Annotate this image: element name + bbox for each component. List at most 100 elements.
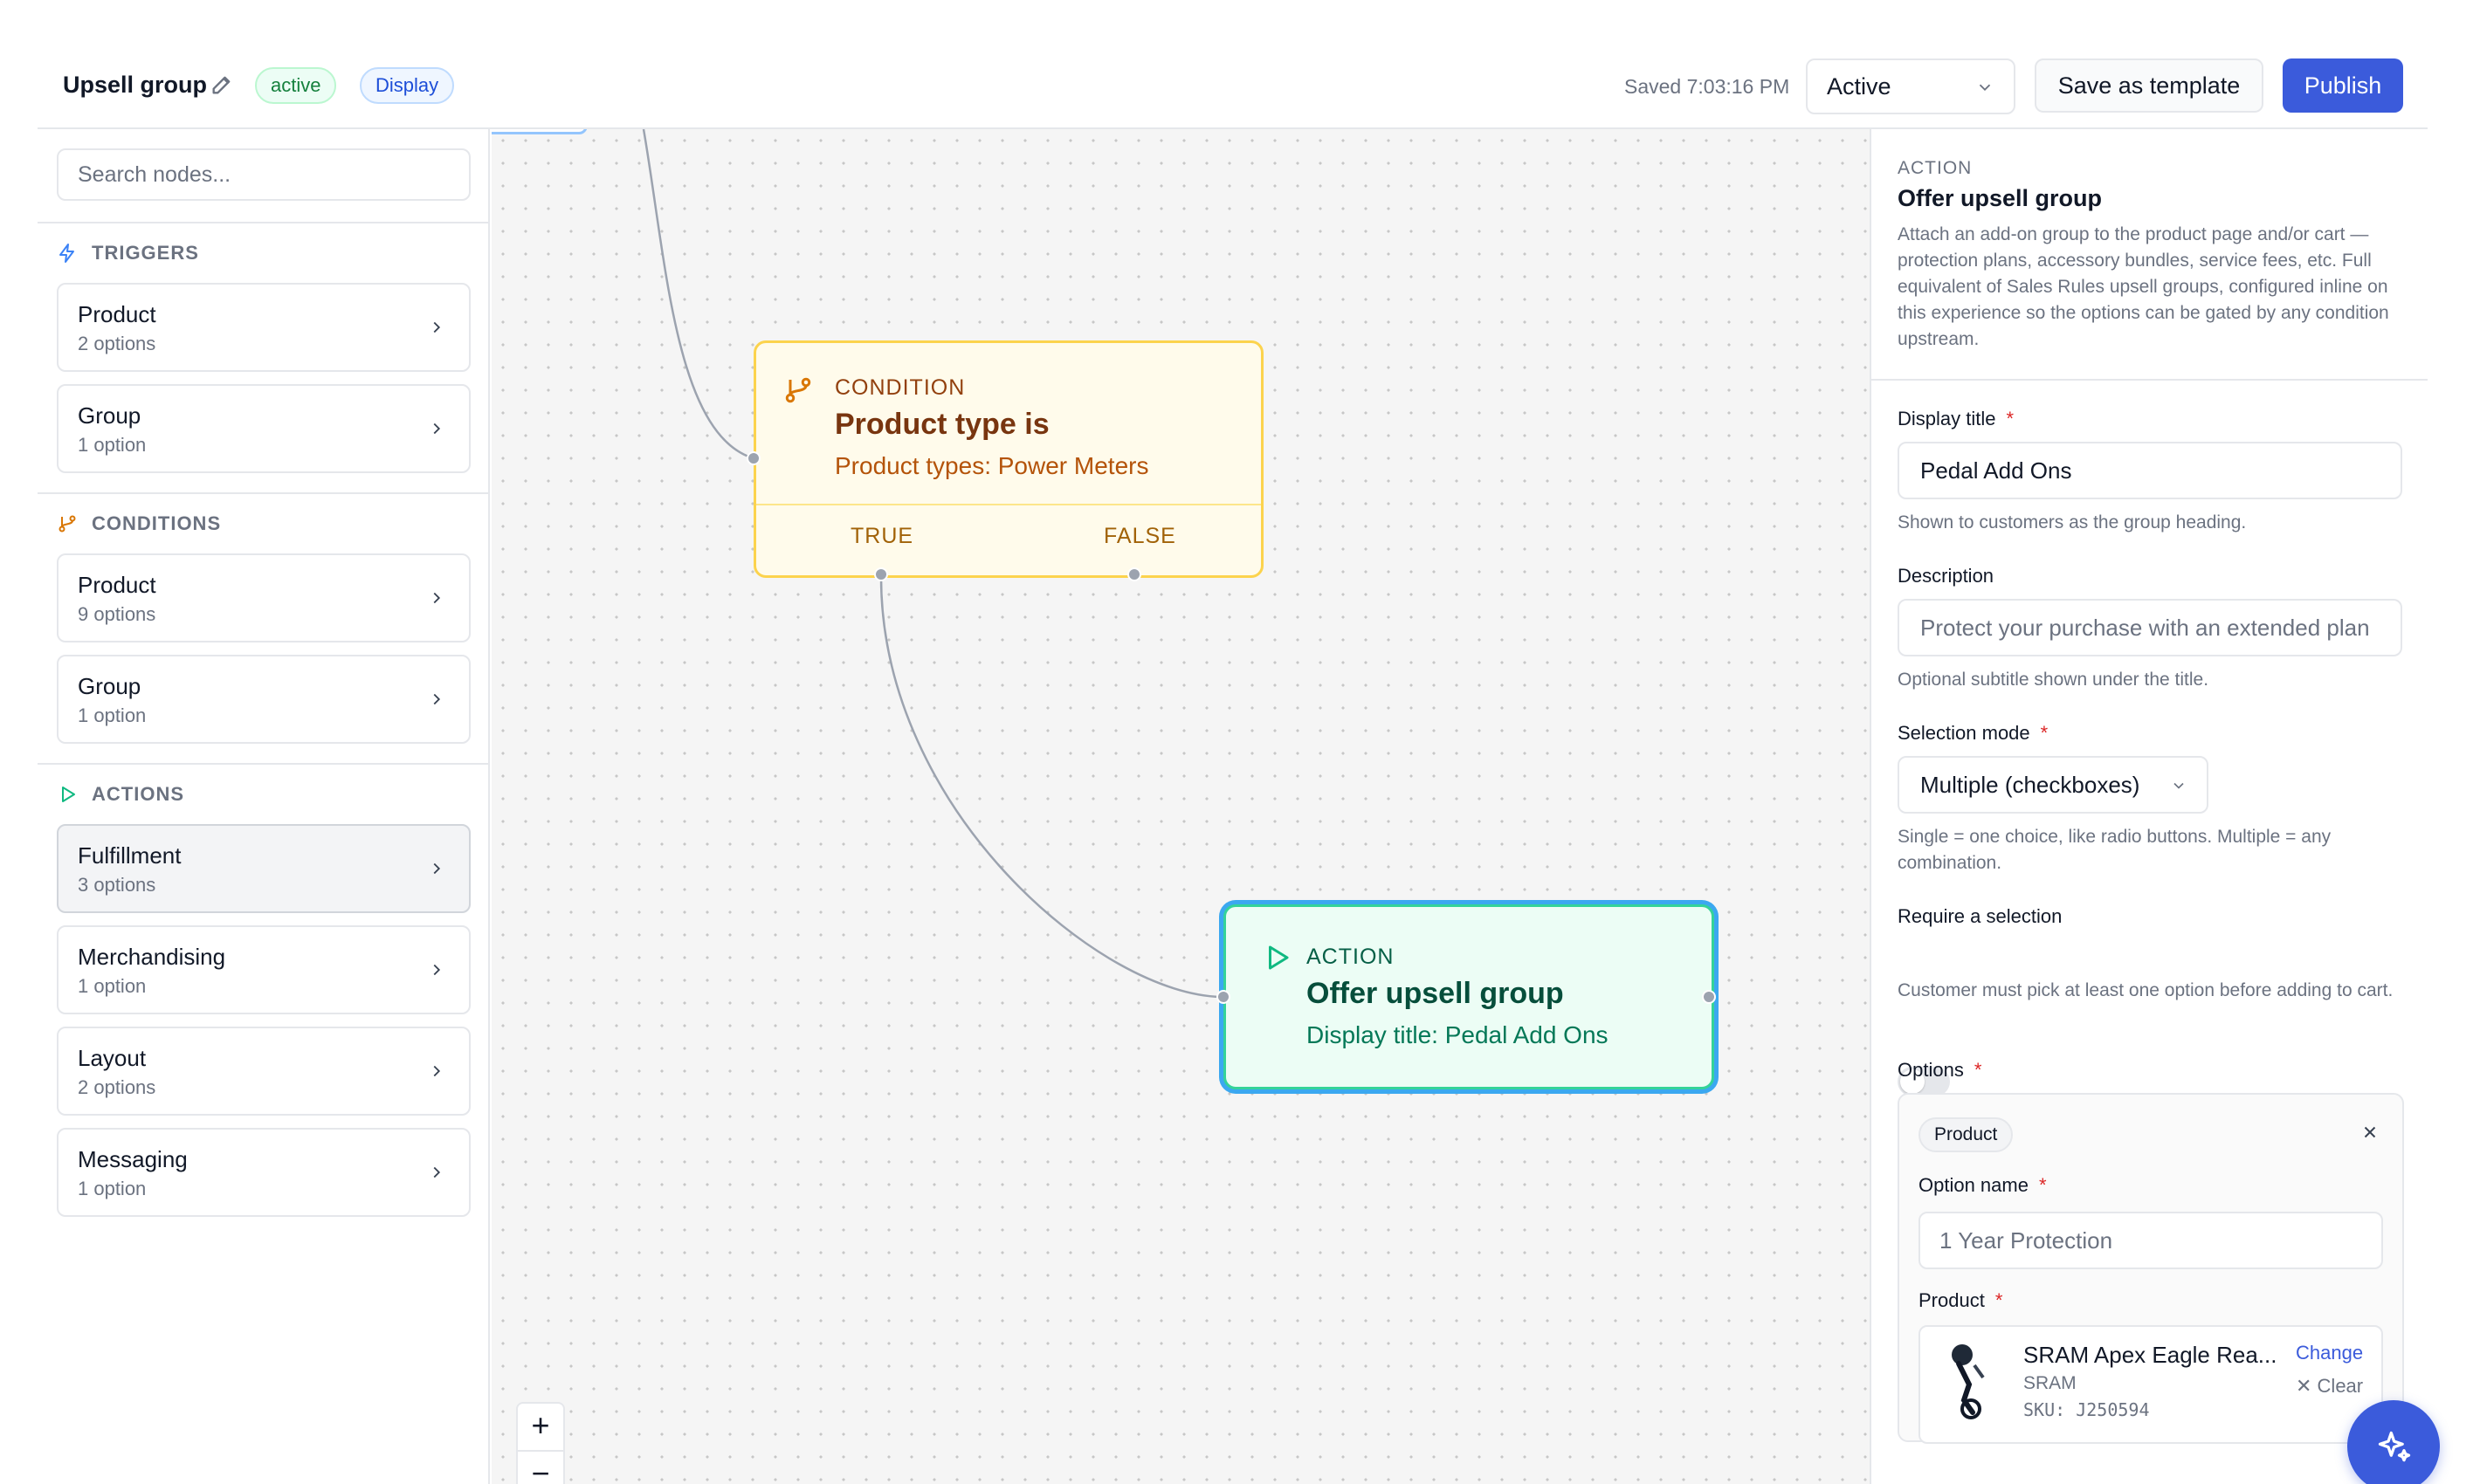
palette-item-trigger-product[interactable]: Product 2 options xyxy=(57,283,471,372)
product-brand: SRAM xyxy=(2023,1373,2077,1393)
product-thumbnail xyxy=(1939,1339,1997,1423)
close-icon[interactable] xyxy=(2360,1123,2380,1142)
item-name: Merchandising xyxy=(78,944,226,970)
status-select-value: Active xyxy=(1827,73,1891,100)
option-name-label: Option name * xyxy=(1918,1174,2047,1196)
page-title: Upsell group xyxy=(63,72,208,98)
product-sku: SKU: J250594 xyxy=(2023,1399,2150,1420)
panel-description: Attach an add-on group to the product pa… xyxy=(1898,224,2389,349)
item-count: 1 option xyxy=(78,434,147,456)
selection-mode-label: Selection mode * xyxy=(1898,722,2049,744)
type-badge: Display xyxy=(360,67,455,104)
item-name: Group xyxy=(78,402,141,429)
item-name: Layout xyxy=(78,1045,147,1071)
require-selection-help: Customer must pick at least one option b… xyxy=(1898,980,2394,1000)
true-branch-label: TRUE xyxy=(851,524,914,548)
panel-kind: ACTION xyxy=(1898,158,1973,178)
selection-mode-value: Multiple (checkboxes) xyxy=(1920,772,2140,798)
output-port[interactable] xyxy=(1702,990,1716,1004)
option-card: Product Option name * 1 Year Protection P… xyxy=(1898,1093,2404,1444)
panel-title: Offer upsell group xyxy=(1898,185,2103,211)
option-product-label: Product * xyxy=(1918,1289,2003,1311)
condition-node[interactable]: CONDITION Product type is Product types:… xyxy=(747,340,1264,581)
clear-product-button[interactable]: ✕ Clear xyxy=(2296,1374,2363,1398)
description-input[interactable]: Protect your purchase with an extended p… xyxy=(1898,599,2402,656)
node-kind: ACTION xyxy=(1306,945,1395,969)
node-description: Display title: Pedal Add Ons xyxy=(1306,1021,1608,1048)
edges-layer xyxy=(642,129,1224,999)
input-port[interactable] xyxy=(1216,990,1230,1004)
zoom-out-button[interactable]: − xyxy=(518,1452,563,1484)
palette-item-condition-group[interactable]: Group 1 option xyxy=(57,655,471,744)
zoom-in-button[interactable]: + xyxy=(518,1404,563,1449)
required-mark: * xyxy=(2040,722,2049,744)
status-select[interactable]: Active xyxy=(1806,58,2015,114)
selection-mode-select[interactable]: Multiple (checkboxes) xyxy=(1898,756,2208,814)
chevron-down-icon xyxy=(2173,782,2184,789)
play-icon xyxy=(62,787,75,802)
required-mark: * xyxy=(1974,1059,1982,1081)
zoom-controls: + − xyxy=(516,1402,565,1484)
status-badge: active xyxy=(255,67,337,104)
palette-item-trigger-group[interactable]: Group 1 option xyxy=(57,384,471,473)
chevron-right-icon xyxy=(433,592,441,604)
option-type-chip: Product xyxy=(1918,1117,2014,1152)
input-port[interactable] xyxy=(747,451,761,465)
item-count: 1 option xyxy=(78,975,147,997)
item-count: 1 option xyxy=(78,1178,147,1199)
edge-upstream-to-condition xyxy=(642,129,754,460)
false-output-port[interactable] xyxy=(1127,567,1141,581)
actions-heading: ACTIONS xyxy=(57,782,184,807)
required-mark: * xyxy=(1994,1289,2003,1311)
false-branch-label: FALSE xyxy=(1104,524,1176,548)
chevron-right-icon xyxy=(433,321,441,333)
palette-item-condition-product[interactable]: Product 9 options xyxy=(57,553,471,642)
option-name-input[interactable]: 1 Year Protection xyxy=(1918,1212,2383,1269)
description-label: Description xyxy=(1898,565,1994,587)
flow-canvas[interactable]: CONDITION Product type is Product types:… xyxy=(492,129,1870,1484)
product-name: SRAM Apex Eagle Rea... xyxy=(2023,1342,2277,1368)
true-output-port[interactable] xyxy=(874,567,888,581)
chevron-right-icon xyxy=(433,693,441,705)
chevron-right-icon xyxy=(433,1065,441,1077)
pencil-icon[interactable] xyxy=(210,72,234,97)
ai-assistant-button[interactable] xyxy=(2347,1400,2440,1484)
chevron-right-icon xyxy=(433,964,441,976)
lightning-icon xyxy=(59,244,74,263)
palette-item-action-layout[interactable]: Layout 2 options xyxy=(57,1027,471,1116)
item-count: 2 options xyxy=(78,1076,156,1098)
triggers-heading: TRIGGERS xyxy=(57,241,199,265)
palette-item-action-merchandising[interactable]: Merchandising 1 option xyxy=(57,925,471,1014)
divider xyxy=(38,763,488,765)
publish-button[interactable]: Publish xyxy=(2283,58,2403,113)
chevron-right-icon xyxy=(433,423,441,435)
upstream-node[interactable] xyxy=(492,129,588,134)
search-nodes-input[interactable]: Search nodes... xyxy=(57,148,471,201)
item-name: Product xyxy=(78,572,156,598)
item-name: Group xyxy=(78,673,141,699)
item-name: Fulfillment xyxy=(78,842,182,869)
divider xyxy=(38,492,488,494)
branch-icon xyxy=(59,515,76,532)
palette-item-action-fulfillment[interactable]: Fulfillment 3 options xyxy=(57,824,471,913)
saved-timestamp: Saved 7:03:16 PM xyxy=(1624,75,1790,98)
required-mark: * xyxy=(2038,1174,2047,1196)
selected-product-card: SRAM Apex Eagle Rea... SRAM SKU: J250594… xyxy=(1918,1325,2383,1444)
edge-true-to-action xyxy=(879,576,1224,999)
item-count: 9 options xyxy=(78,603,156,625)
action-node[interactable]: ACTION Offer upsell group Display title:… xyxy=(1216,904,1716,1089)
palette-item-action-messaging[interactable]: Messaging 1 option xyxy=(57,1128,471,1217)
node-inspector-panel: ACTION Offer upsell group Attach an add-… xyxy=(1870,129,2428,1484)
sparkles-icon xyxy=(2378,1431,2411,1462)
item-count: 1 option xyxy=(78,704,147,726)
node-title: Offer upsell group xyxy=(1306,977,1564,1010)
change-product-link[interactable]: Change xyxy=(2296,1341,2363,1365)
display-title-help: Shown to customers as the group heading. xyxy=(1898,512,2247,532)
chevron-right-icon xyxy=(433,862,441,875)
save-as-template-button[interactable]: Save as template xyxy=(2035,58,2263,113)
top-header: Upsell group active Display Saved 7:03:1… xyxy=(0,0,2473,129)
node-divider xyxy=(756,504,1261,505)
description-help: Optional subtitle shown under the title. xyxy=(1898,670,2209,690)
display-title-label: Display title * xyxy=(1898,408,2015,429)
display-title-input[interactable]: Pedal Add Ons xyxy=(1898,442,2402,499)
